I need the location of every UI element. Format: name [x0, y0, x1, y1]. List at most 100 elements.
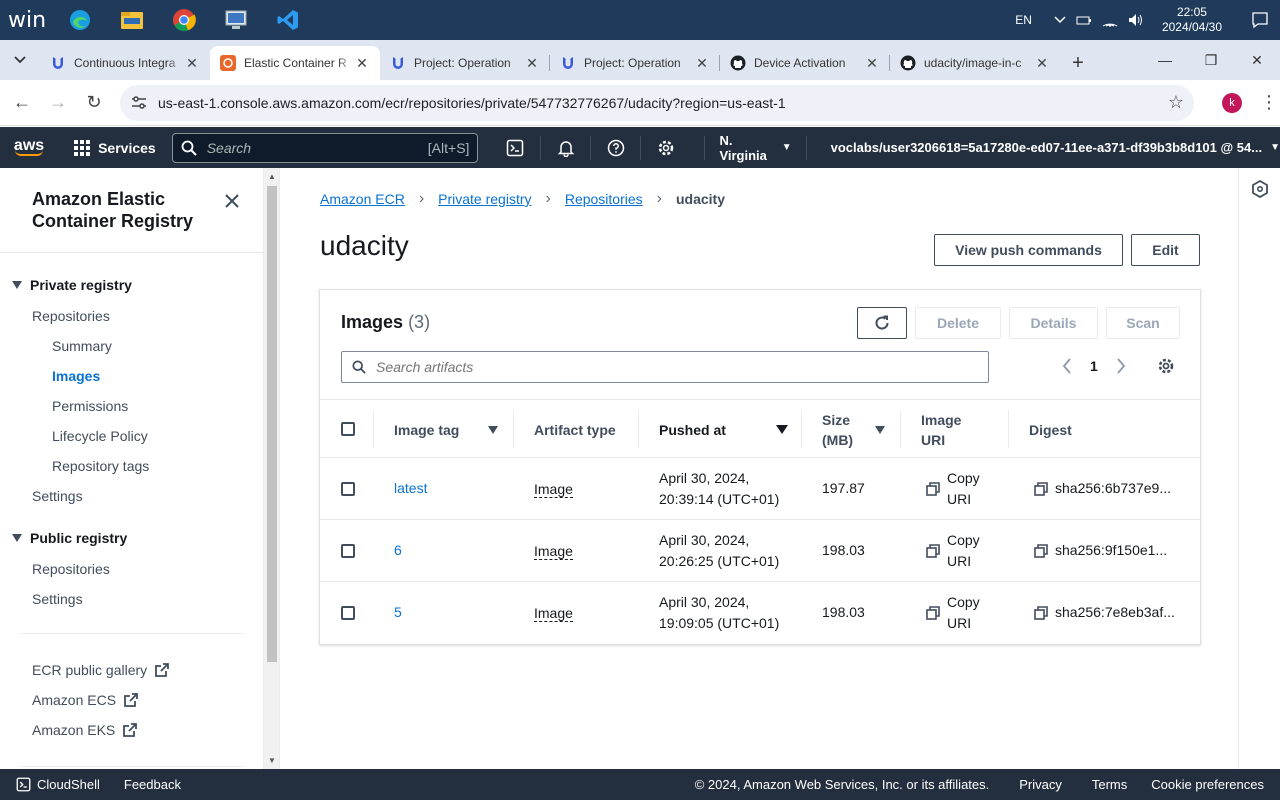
close-sidebar-button[interactable] [225, 188, 239, 214]
sidebar-link-ecr-gallery[interactable]: ECR public gallery [32, 662, 169, 678]
footer-terms[interactable]: Terms [1092, 777, 1127, 792]
image-tag-link[interactable]: latest [394, 478, 427, 499]
footer-privacy[interactable]: Privacy [1019, 777, 1062, 792]
sort-icon[interactable] [875, 426, 885, 434]
breadcrumb-private-registry[interactable]: Private registry [438, 191, 531, 207]
reload-button[interactable]: ↻ [76, 85, 112, 121]
image-digest[interactable]: sha256:7e8eb3af... [1055, 602, 1175, 623]
profile-avatar[interactable]: k [1222, 92, 1242, 113]
chevron-right-icon[interactable] [1116, 358, 1126, 374]
taskbar-explorer[interactable] [106, 0, 158, 40]
sidebar-item-summary[interactable]: Summary [52, 338, 112, 354]
copy-icon[interactable] [926, 606, 940, 623]
copy-icon[interactable] [926, 482, 940, 499]
image-digest[interactable]: sha256:6b737e9... [1055, 478, 1171, 499]
forward-button[interactable]: → [40, 85, 76, 121]
copy-icon[interactable] [1034, 606, 1048, 623]
site-info-icon[interactable] [130, 95, 154, 111]
sidebar-item-permissions[interactable]: Permissions [52, 398, 128, 414]
sidebar-link-amazon-ecs[interactable]: Amazon ECS [32, 692, 138, 708]
system-clock[interactable]: 22:05 2024/04/30 [1162, 5, 1222, 35]
settings-button[interactable] [640, 135, 690, 160]
select-all-checkbox[interactable] [341, 422, 355, 436]
sidebar-item-lifecycle-policy[interactable]: Lifecycle Policy [52, 428, 148, 444]
image-tag-link[interactable]: 6 [394, 540, 402, 561]
taskbar-vscode[interactable] [262, 0, 314, 40]
tab-search-button[interactable] [0, 40, 40, 80]
close-tab-icon[interactable]: ✕ [694, 55, 710, 72]
aws-search-input[interactable]: Search [Alt+S] [171, 132, 479, 163]
restore-button[interactable]: ❐ [1188, 40, 1234, 80]
copy-icon[interactable] [1034, 482, 1048, 499]
new-tab-button[interactable]: + [1060, 46, 1096, 80]
image-digest[interactable]: sha256:9f150e1... [1055, 540, 1167, 561]
taskbar-remote[interactable] [210, 0, 262, 40]
copy-uri-button[interactable]: Copy URI [947, 468, 980, 510]
sidebar-item-repositories[interactable]: Repositories [32, 308, 110, 324]
sort-descending-icon[interactable] [776, 425, 788, 434]
close-window-button[interactable]: ✕ [1234, 40, 1280, 80]
row-checkbox[interactable] [341, 606, 355, 620]
browser-tab[interactable]: Continuous Integra ✕ [40, 46, 210, 80]
sidebar-item-settings[interactable]: Settings [32, 488, 83, 504]
wifi-icon[interactable] [1102, 13, 1118, 27]
edit-button[interactable]: Edit [1131, 234, 1200, 266]
chevron-left-icon[interactable] [1062, 358, 1072, 374]
column-image-uri[interactable]: Image URI [921, 400, 961, 459]
column-artifact-type[interactable]: Artifact type [534, 400, 616, 459]
language-indicator[interactable]: EN [1015, 13, 1032, 27]
browser-tab[interactable]: Project: Operation ✕ [550, 46, 720, 80]
account-menu[interactable]: voclabs/user3206618=5a17280e-ed07-11ee-a… [805, 135, 1280, 160]
artifact-search[interactable] [341, 351, 989, 383]
browser-tab[interactable]: udacity/image-in-c ✕ [890, 46, 1060, 80]
breadcrumb-amazon-ecr[interactable]: Amazon ECR [320, 191, 405, 207]
close-tab-icon[interactable]: ✕ [1034, 55, 1050, 72]
start-button[interactable]: win [0, 0, 54, 40]
sidebar-section-public-registry[interactable]: Public registry [12, 530, 127, 546]
bookmark-star-icon[interactable]: ☆ [1168, 92, 1184, 113]
refresh-button[interactable] [857, 307, 907, 339]
image-tag-link[interactable]: 5 [394, 602, 402, 623]
copy-uri-button[interactable]: Copy URI [947, 530, 980, 572]
sidebar-title[interactable]: Amazon Elastic Container Registry [32, 188, 212, 232]
chevron-up-icon[interactable] [1054, 16, 1066, 24]
sidebar-item-images[interactable]: Images [52, 368, 100, 384]
volume-icon[interactable] [1128, 13, 1144, 27]
sort-icon[interactable] [488, 426, 498, 434]
sidebar-link-amazon-eks[interactable]: Amazon EKS [32, 722, 138, 738]
artifact-type[interactable]: Image [534, 543, 573, 560]
sidebar-item-public-settings[interactable]: Settings [32, 591, 83, 607]
footer-feedback[interactable]: Feedback [124, 777, 181, 792]
scan-button[interactable]: Scan [1106, 307, 1180, 339]
omnibox[interactable]: us-east-1.console.aws.amazon.com/ecr/rep… [120, 84, 1194, 121]
table-preferences-button[interactable] [1157, 357, 1175, 378]
details-button[interactable]: Details [1009, 307, 1098, 339]
delete-button[interactable]: Delete [915, 307, 1001, 339]
copy-uri-button[interactable]: Copy URI [947, 592, 980, 634]
artifact-type[interactable]: Image [534, 605, 573, 622]
row-checkbox[interactable] [341, 544, 355, 558]
footer-cookie-preferences[interactable]: Cookie preferences [1151, 777, 1264, 792]
hexagon-info-icon[interactable] [1252, 180, 1268, 198]
copy-icon[interactable] [926, 544, 940, 561]
taskbar-chrome[interactable] [158, 0, 210, 40]
cloudshell-button[interactable] [490, 136, 540, 160]
scroll-up-icon[interactable]: ▲ [268, 172, 276, 181]
help-button[interactable] [590, 135, 640, 160]
aws-logo[interactable]: aws [0, 137, 58, 156]
sidebar-item-repository-tags[interactable]: Repository tags [52, 458, 149, 474]
view-push-commands-button[interactable]: View push commands [934, 234, 1123, 266]
region-selector[interactable]: N. Virginia ▼ [704, 133, 792, 163]
taskbar-edge[interactable] [54, 0, 106, 40]
sidebar-item-public-repositories[interactable]: Repositories [32, 561, 110, 577]
notifications-bell-button[interactable] [540, 135, 590, 160]
sidebar-section-private-registry[interactable]: Private registry [12, 277, 132, 293]
close-tab-icon[interactable]: ✕ [354, 55, 370, 72]
column-image-tag[interactable]: Image tag [394, 400, 459, 459]
column-size[interactable]: Size (MB) [822, 400, 853, 459]
footer-cloudshell[interactable]: CloudShell [16, 777, 100, 792]
close-tab-icon[interactable]: ✕ [524, 55, 540, 72]
breadcrumb-repositories[interactable]: Repositories [565, 191, 643, 207]
scrollbar-thumb[interactable] [267, 186, 277, 662]
scroll-down-icon[interactable]: ▼ [268, 756, 276, 765]
